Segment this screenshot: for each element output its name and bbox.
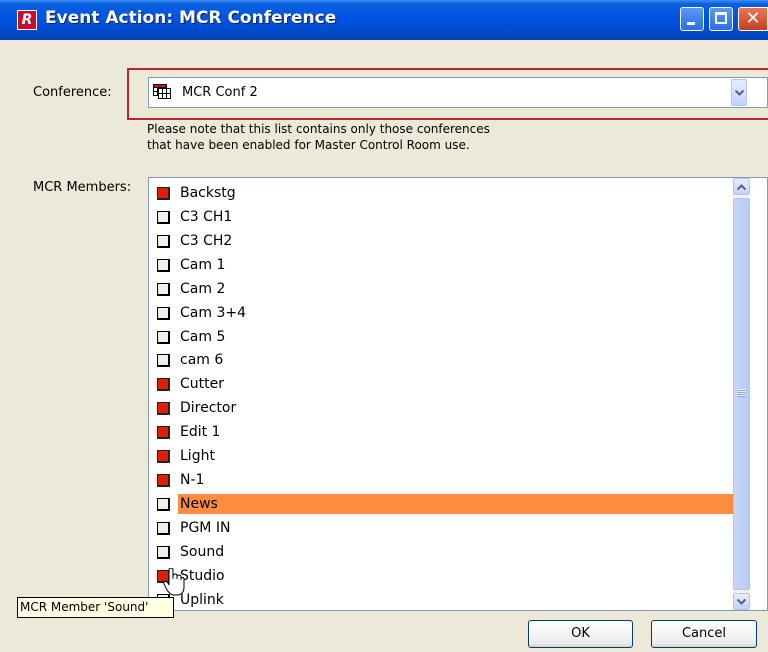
- member-checkbox[interactable]: [157, 187, 170, 200]
- member-label: N-1: [180, 472, 205, 488]
- close-button[interactable]: ✕: [738, 7, 768, 31]
- member-label: Cam 3+4: [180, 305, 246, 321]
- member-label: cam 6: [180, 352, 224, 368]
- member-tooltip: MCR Member 'Sound': [17, 597, 174, 618]
- members-scrollbar[interactable]: [733, 178, 750, 610]
- member-checkbox[interactable]: [157, 474, 170, 487]
- member-label: Cam 1: [180, 257, 226, 273]
- member-label: Backstg: [180, 185, 236, 201]
- member-checkbox[interactable]: [157, 378, 170, 391]
- cancel-button[interactable]: Cancel: [651, 620, 757, 648]
- app-logo-icon: R: [17, 10, 37, 30]
- member-item[interactable]: Sound: [153, 541, 733, 565]
- maximize-button[interactable]: [709, 7, 733, 31]
- member-checkbox[interactable]: [157, 522, 170, 535]
- member-checkbox[interactable]: [157, 498, 170, 511]
- member-item[interactable]: N-1: [153, 469, 733, 493]
- conference-dropdown[interactable]: MCR Conf 2: [148, 77, 768, 108]
- minimize-button[interactable]: [680, 7, 704, 31]
- conference-dropdown-button[interactable]: [731, 79, 747, 106]
- member-label: Sound: [180, 544, 225, 560]
- members-list[interactable]: Backstg C3 CH1 C3 CH2 Cam 1 Cam 2 Cam 3+4 Cam …: [148, 177, 768, 611]
- conference-grid-icon: [153, 84, 171, 99]
- member-checkbox[interactable]: [157, 283, 170, 296]
- member-label: C3 CH2: [180, 233, 233, 249]
- window-title: Event Action: MCR Conference: [45, 8, 337, 28]
- member-item[interactable]: Backstg: [153, 182, 733, 206]
- member-item[interactable]: Cutter: [153, 373, 733, 397]
- member-item[interactable]: Edit 1: [153, 421, 733, 445]
- member-checkbox[interactable]: [157, 235, 170, 248]
- chevron-down-icon: [737, 599, 746, 605]
- member-checkbox[interactable]: [157, 307, 170, 320]
- members-label: MCR Members:: [33, 180, 132, 195]
- member-label: Studio: [180, 568, 225, 584]
- conference-label: Conference:: [33, 85, 112, 100]
- member-label: Cam 2: [180, 281, 226, 297]
- member-label: Edit 1: [180, 424, 221, 440]
- maximize-icon: [715, 12, 727, 24]
- member-checkbox[interactable]: [157, 211, 170, 224]
- member-label: Cutter: [180, 376, 224, 392]
- member-label: PGM IN: [180, 520, 231, 536]
- minimize-icon: [687, 22, 695, 25]
- conference-selected-value: MCR Conf 2: [182, 85, 258, 100]
- member-label: Light: [180, 448, 215, 464]
- member-checkbox[interactable]: [157, 402, 170, 415]
- title-bar[interactable]: R Event Action: MCR Conference ✕: [0, 0, 768, 40]
- member-label: News: [178, 494, 735, 514]
- member-item[interactable]: C3 CH2: [153, 230, 733, 254]
- member-item[interactable]: Uplink: [153, 589, 733, 610]
- scroll-up-button[interactable]: [733, 178, 750, 195]
- close-icon: ✕: [745, 8, 761, 29]
- chevron-up-icon: [737, 184, 746, 190]
- scroll-thumb[interactable]: [733, 198, 750, 590]
- member-item[interactable]: Studio: [153, 565, 733, 589]
- member-checkbox[interactable]: [157, 331, 170, 344]
- member-checkbox[interactable]: [157, 450, 170, 463]
- member-item[interactable]: Cam 1: [153, 254, 733, 278]
- member-item[interactable]: Director: [153, 397, 733, 421]
- member-item[interactable]: Light: [153, 445, 733, 469]
- member-item[interactable]: Cam 3+4: [153, 302, 733, 326]
- conference-note-line-1: Please note that this list contains only…: [147, 122, 490, 136]
- member-item[interactable]: cam 6: [153, 349, 733, 373]
- member-label: Director: [180, 400, 237, 416]
- chevron-down-icon: [735, 90, 744, 96]
- ok-button[interactable]: OK: [528, 620, 633, 648]
- conference-note-line-2: that have been enabled for Master Contro…: [147, 138, 470, 152]
- member-item[interactable]: Cam 5: [153, 326, 733, 350]
- member-checkbox[interactable]: [157, 259, 170, 272]
- scroll-down-button[interactable]: [733, 593, 750, 610]
- scroll-grip-icon: [738, 389, 746, 397]
- member-checkbox[interactable]: [157, 546, 170, 559]
- member-label: Uplink: [180, 592, 224, 608]
- member-item[interactable]: News: [153, 493, 735, 517]
- member-item[interactable]: Cam 2: [153, 278, 733, 302]
- member-label: C3 CH1: [180, 209, 233, 225]
- member-label: Cam 5: [180, 329, 226, 345]
- member-item[interactable]: C3 CH1: [153, 206, 733, 230]
- member-item[interactable]: PGM IN: [153, 517, 733, 541]
- hand-cursor-icon: [163, 568, 185, 596]
- member-checkbox[interactable]: [157, 426, 170, 439]
- member-checkbox[interactable]: [157, 354, 170, 367]
- dialog-window: R Event Action: MCR Conference ✕ Confere…: [0, 0, 768, 652]
